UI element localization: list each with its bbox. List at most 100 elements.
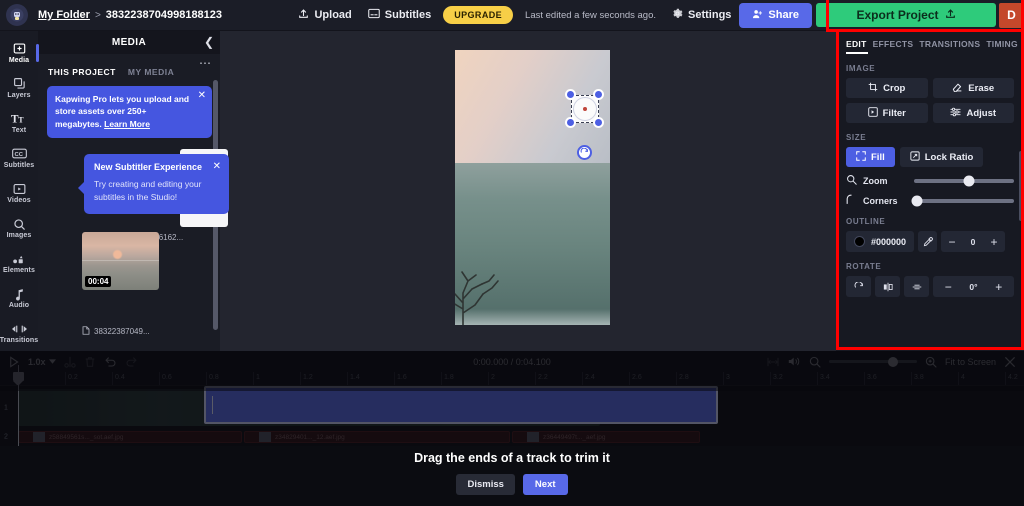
- media-options-icon[interactable]: ⋯: [199, 57, 212, 69]
- playback-speed-dropdown[interactable]: 1.0x: [28, 357, 56, 367]
- timeline-image-row: 2 z58849561s..._sot.aef.jpg z34829401...…: [0, 430, 1024, 444]
- crop-button[interactable]: Crop: [846, 78, 928, 98]
- zoom-slider-knob[interactable]: [963, 175, 975, 186]
- promo-learn-more-link[interactable]: Learn More: [104, 119, 150, 129]
- export-project-button[interactable]: Export Project: [816, 3, 996, 27]
- timeline-ruler[interactable]: 0.2 0.4 0.6 0.8 1 1.2 1.4 1.6 1.8 2 2.2 …: [0, 372, 1024, 386]
- lock-ratio-button[interactable]: Lock Ratio: [899, 147, 984, 167]
- redo-button[interactable]: [125, 356, 138, 367]
- undo-button[interactable]: [104, 356, 117, 367]
- image-clip-1[interactable]: z58849561s..._sot.aef.jpg: [18, 431, 242, 443]
- top-bar: My Folder > 3832238704998188123 Upload S…: [0, 0, 1024, 31]
- corners-slider-knob[interactable]: [911, 195, 923, 206]
- zoom-slider-track[interactable]: [914, 175, 1014, 186]
- zoom-in-icon[interactable]: [925, 356, 937, 368]
- tab-effects[interactable]: EFFECTS: [873, 37, 920, 54]
- asset-thumbnail-2[interactable]: 00:04: [82, 232, 159, 290]
- sidebar-item-videos[interactable]: Videos: [0, 175, 38, 210]
- sidebar-item-audio[interactable]: Audio: [0, 281, 38, 316]
- right-panel-tabs: EDIT EFFECTS TRANSITIONS TIMING: [836, 31, 1024, 54]
- settings-label: Settings: [688, 9, 732, 21]
- sidebar-item-images[interactable]: Images: [0, 211, 38, 246]
- outline-color-swatch[interactable]: #000000: [846, 231, 915, 252]
- snap-button[interactable]: [766, 357, 780, 367]
- right-panel-scrollbar[interactable]: [1019, 151, 1023, 221]
- breadcrumb-project-id[interactable]: 3832238704998188123: [106, 9, 222, 21]
- breadcrumb-folder[interactable]: My Folder: [38, 9, 90, 21]
- zoom-out-icon[interactable]: [809, 356, 821, 368]
- sidebar-label-media: Media: [8, 56, 30, 64]
- sidebar-item-text[interactable]: TT Text: [0, 105, 38, 140]
- eyedropper-button[interactable]: [918, 231, 938, 252]
- image-clip-3[interactable]: z36449497t..._aef.jpg: [512, 431, 700, 443]
- timeline-zoom-knob[interactable]: [888, 356, 899, 367]
- erase-label: Erase: [968, 82, 995, 94]
- clip-text-caret: [212, 396, 213, 414]
- close-timeline-icon[interactable]: [1004, 356, 1016, 368]
- tab-timing[interactable]: TIMING: [986, 37, 1024, 54]
- user-avatar[interactable]: D: [999, 2, 1024, 28]
- tip-close-icon[interactable]: ✕: [213, 162, 221, 172]
- tab-edit[interactable]: EDIT: [846, 37, 873, 54]
- timeline-zoom-slider[interactable]: [828, 356, 917, 367]
- adjust-button[interactable]: Adjust: [932, 103, 1014, 123]
- resize-handle-top-left[interactable]: [565, 89, 576, 100]
- share-button[interactable]: Share: [739, 2, 812, 28]
- tab-my-media[interactable]: MY MEDIA: [128, 67, 174, 77]
- sidebar-item-media[interactable]: Media: [0, 35, 38, 70]
- filter-icon: [867, 106, 878, 120]
- fill-button[interactable]: Fill: [846, 147, 895, 167]
- left-sidebar: Media Layers TT Text CC Subtitles Videos: [0, 31, 38, 351]
- delete-button[interactable]: [84, 356, 96, 368]
- tab-transitions[interactable]: TRANSITIONS: [919, 37, 986, 54]
- sidebar-label-elements: Elements: [3, 267, 35, 275]
- image-clip-2[interactable]: z34829401..._12.aef.jpg: [244, 431, 510, 443]
- promo-close-icon[interactable]: ✕: [198, 91, 206, 101]
- filter-button[interactable]: Filter: [846, 103, 928, 123]
- rotate-decrease-button[interactable]: −: [933, 280, 964, 294]
- rotate-handle-icon[interactable]: [577, 145, 592, 160]
- selected-element-center: [583, 107, 587, 111]
- flip-horizontal-button[interactable]: [875, 276, 900, 297]
- lock-ratio-label: Lock Ratio: [924, 151, 974, 163]
- upload-button[interactable]: Upload: [290, 4, 359, 26]
- canvas-area[interactable]: [220, 31, 836, 351]
- erase-button[interactable]: Erase: [932, 78, 1014, 98]
- resize-handle-top-right[interactable]: [593, 89, 604, 100]
- subtitles-button[interactable]: Subtitles: [360, 4, 439, 26]
- outline-width-stepper[interactable]: − 0 +: [941, 231, 1006, 252]
- sidebar-item-elements[interactable]: Elements: [0, 246, 38, 281]
- tour-dismiss-button[interactable]: Dismiss: [456, 474, 515, 495]
- corners-slider-track[interactable]: [911, 195, 1014, 206]
- audio-icon: [14, 287, 25, 301]
- resize-handle-bottom-left[interactable]: [565, 117, 576, 128]
- app-logo-icon[interactable]: [6, 4, 28, 26]
- zoom-icon: [846, 174, 857, 187]
- rotate-increase-button[interactable]: +: [984, 280, 1015, 294]
- collapse-panel-icon[interactable]: ❮: [204, 35, 214, 49]
- rotate-90-button[interactable]: [846, 276, 871, 297]
- rotate-angle-stepper[interactable]: − 0° +: [933, 276, 1014, 297]
- tab-this-project[interactable]: THIS PROJECT: [48, 67, 116, 77]
- flip-vertical-button[interactable]: [904, 276, 929, 297]
- lock-ratio-icon: [910, 150, 920, 164]
- split-button[interactable]: [63, 356, 76, 368]
- sidebar-item-subtitles[interactable]: CC Subtitles: [0, 140, 38, 175]
- file-icon: [82, 326, 90, 337]
- outline-decrease-button[interactable]: −: [941, 235, 963, 249]
- volume-button[interactable]: [788, 356, 801, 367]
- video-preview[interactable]: [455, 50, 610, 325]
- sidebar-item-layers[interactable]: Layers: [0, 70, 38, 105]
- outline-increase-button[interactable]: +: [983, 235, 1005, 249]
- settings-button[interactable]: Settings: [664, 4, 739, 26]
- fit-to-screen-button[interactable]: Fit to Screen: [945, 357, 996, 367]
- subtitler-tip-card: ✕ New Subtitler Experience Try creating …: [78, 154, 229, 214]
- upgrade-button[interactable]: UPGRADE: [443, 6, 514, 24]
- selected-clip[interactable]: [204, 386, 718, 424]
- sidebar-label-audio: Audio: [8, 302, 30, 310]
- tour-next-button[interactable]: Next: [522, 474, 568, 495]
- rotate-angle-value: 0°: [969, 281, 978, 292]
- resize-handle-bottom-right[interactable]: [593, 117, 604, 128]
- color-dot-icon: [854, 236, 865, 247]
- sidebar-item-transitions[interactable]: Transitions: [0, 316, 38, 351]
